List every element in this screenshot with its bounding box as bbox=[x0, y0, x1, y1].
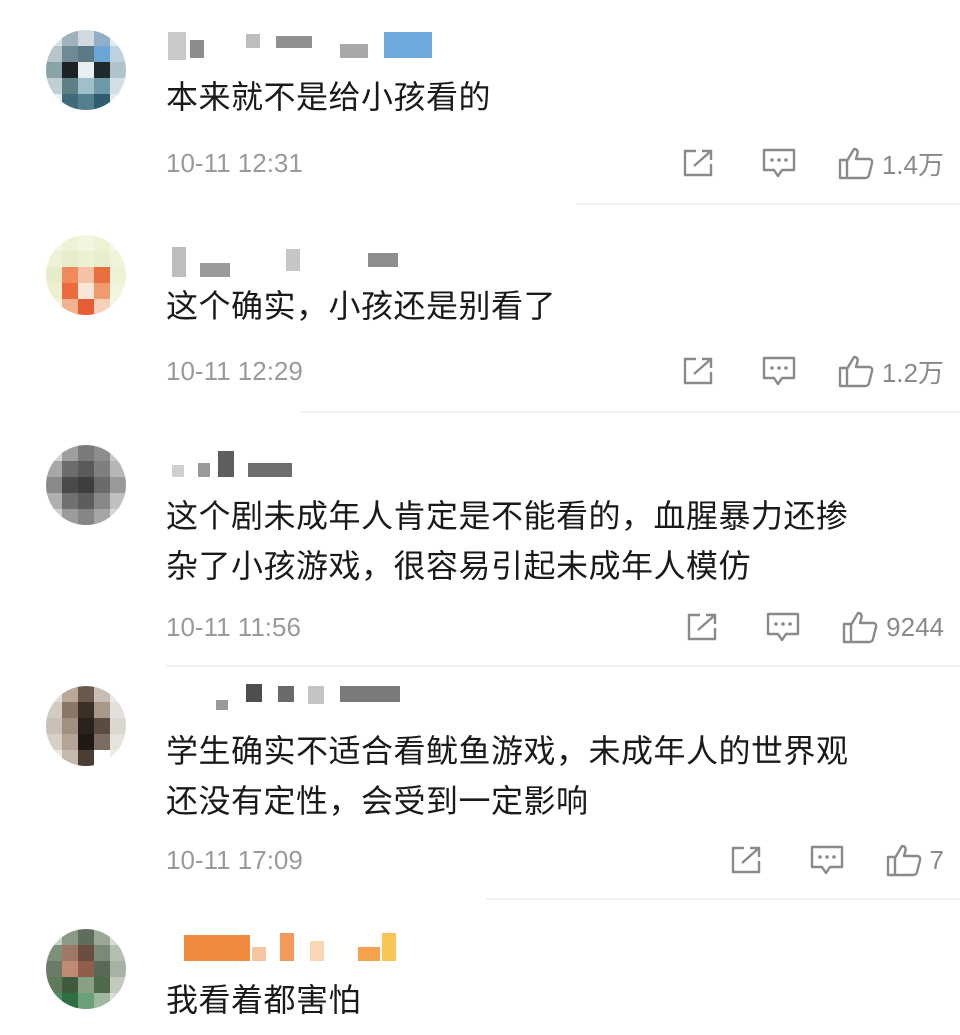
username-redacted[interactable] bbox=[168, 30, 468, 60]
comment-text: 这个剧未成年人肯定是不能看的，血腥暴力还掺 杂了小孩游戏，很容易引起未成年人模仿 bbox=[166, 497, 849, 585]
comment-actions: 1.2万 bbox=[682, 351, 944, 391]
like-button[interactable]: 1.4万 bbox=[838, 145, 944, 182]
username-redacted[interactable] bbox=[168, 684, 468, 714]
like-button[interactable]: 9244 bbox=[842, 610, 944, 644]
avatar[interactable] bbox=[46, 686, 126, 766]
share-icon[interactable] bbox=[682, 356, 716, 386]
comment-meta: 10-11 17:09 7 bbox=[0, 840, 960, 880]
comment-item: 本来就不是给小孩看的 10-11 12:31 1.4万 bbox=[0, 0, 960, 205]
like-button[interactable]: 1.2万 bbox=[838, 353, 944, 390]
comment-meta: 10-11 11:56 9244 bbox=[0, 607, 960, 647]
comment-meta: 10-11 12:31 1.4万 bbox=[0, 143, 960, 183]
like-count: 1.4万 bbox=[881, 149, 944, 180]
comment-item: 我看着都害怕 bbox=[0, 905, 960, 1035]
comment-time: 10-11 12:31 bbox=[166, 148, 303, 178]
comment-reply-icon[interactable] bbox=[762, 356, 796, 386]
comment-time: 10-11 11:56 bbox=[166, 612, 301, 642]
comment-item: 学生确实不适合看鱿鱼游戏，未成年人的世界观 还没有定性，会受到一定影响 10-1… bbox=[0, 670, 960, 905]
thumbs-up-icon bbox=[838, 147, 874, 180]
comment-meta: 10-11 12:29 1.2万 bbox=[0, 351, 960, 391]
username-redacted[interactable] bbox=[168, 933, 468, 963]
share-icon[interactable] bbox=[682, 148, 716, 178]
comment-actions: 7 bbox=[730, 840, 944, 880]
like-button[interactable]: 7 bbox=[886, 843, 944, 877]
like-count: 1.2万 bbox=[881, 357, 944, 388]
divider bbox=[300, 411, 960, 413]
comment-text: 我看着都害怕 bbox=[166, 981, 362, 1019]
thumbs-up-icon bbox=[886, 844, 921, 877]
comment-text: 这个确实，小孩还是别看了 bbox=[166, 287, 557, 325]
comment-reply-icon[interactable] bbox=[762, 148, 796, 178]
comment-item: 这个剧未成年人肯定是不能看的，血腥暴力还掺 杂了小孩游戏，很容易引起未成年人模仿… bbox=[0, 415, 960, 670]
thumbs-up-icon bbox=[838, 355, 874, 388]
username-redacted[interactable] bbox=[168, 451, 468, 481]
avatar[interactable] bbox=[46, 445, 126, 525]
share-icon[interactable] bbox=[686, 612, 720, 642]
comment-reply-icon[interactable] bbox=[766, 612, 800, 642]
thumbs-up-icon bbox=[842, 611, 878, 644]
comment-text: 学生确实不适合看鱿鱼游戏，未成年人的世界观 还没有定性，会受到一定影响 bbox=[166, 732, 849, 820]
comment-time: 10-11 17:09 bbox=[166, 845, 303, 875]
comment-actions: 9244 bbox=[686, 607, 944, 647]
comment-actions: 1.4万 bbox=[682, 143, 944, 183]
comment-item: 这个确实，小孩还是别看了 10-11 12:29 1.2万 bbox=[0, 205, 960, 415]
avatar[interactable] bbox=[46, 30, 126, 110]
like-count: 9244 bbox=[886, 611, 944, 642]
divider bbox=[486, 898, 960, 900]
divider bbox=[166, 665, 960, 667]
username-redacted[interactable] bbox=[168, 247, 468, 277]
avatar[interactable] bbox=[46, 929, 126, 1009]
like-count: 7 bbox=[929, 844, 944, 875]
comment-reply-icon[interactable] bbox=[810, 845, 844, 875]
comment-text: 本来就不是给小孩看的 bbox=[166, 78, 492, 116]
comment-time: 10-11 12:29 bbox=[166, 356, 303, 386]
share-icon[interactable] bbox=[730, 845, 764, 875]
avatar[interactable] bbox=[46, 235, 126, 315]
